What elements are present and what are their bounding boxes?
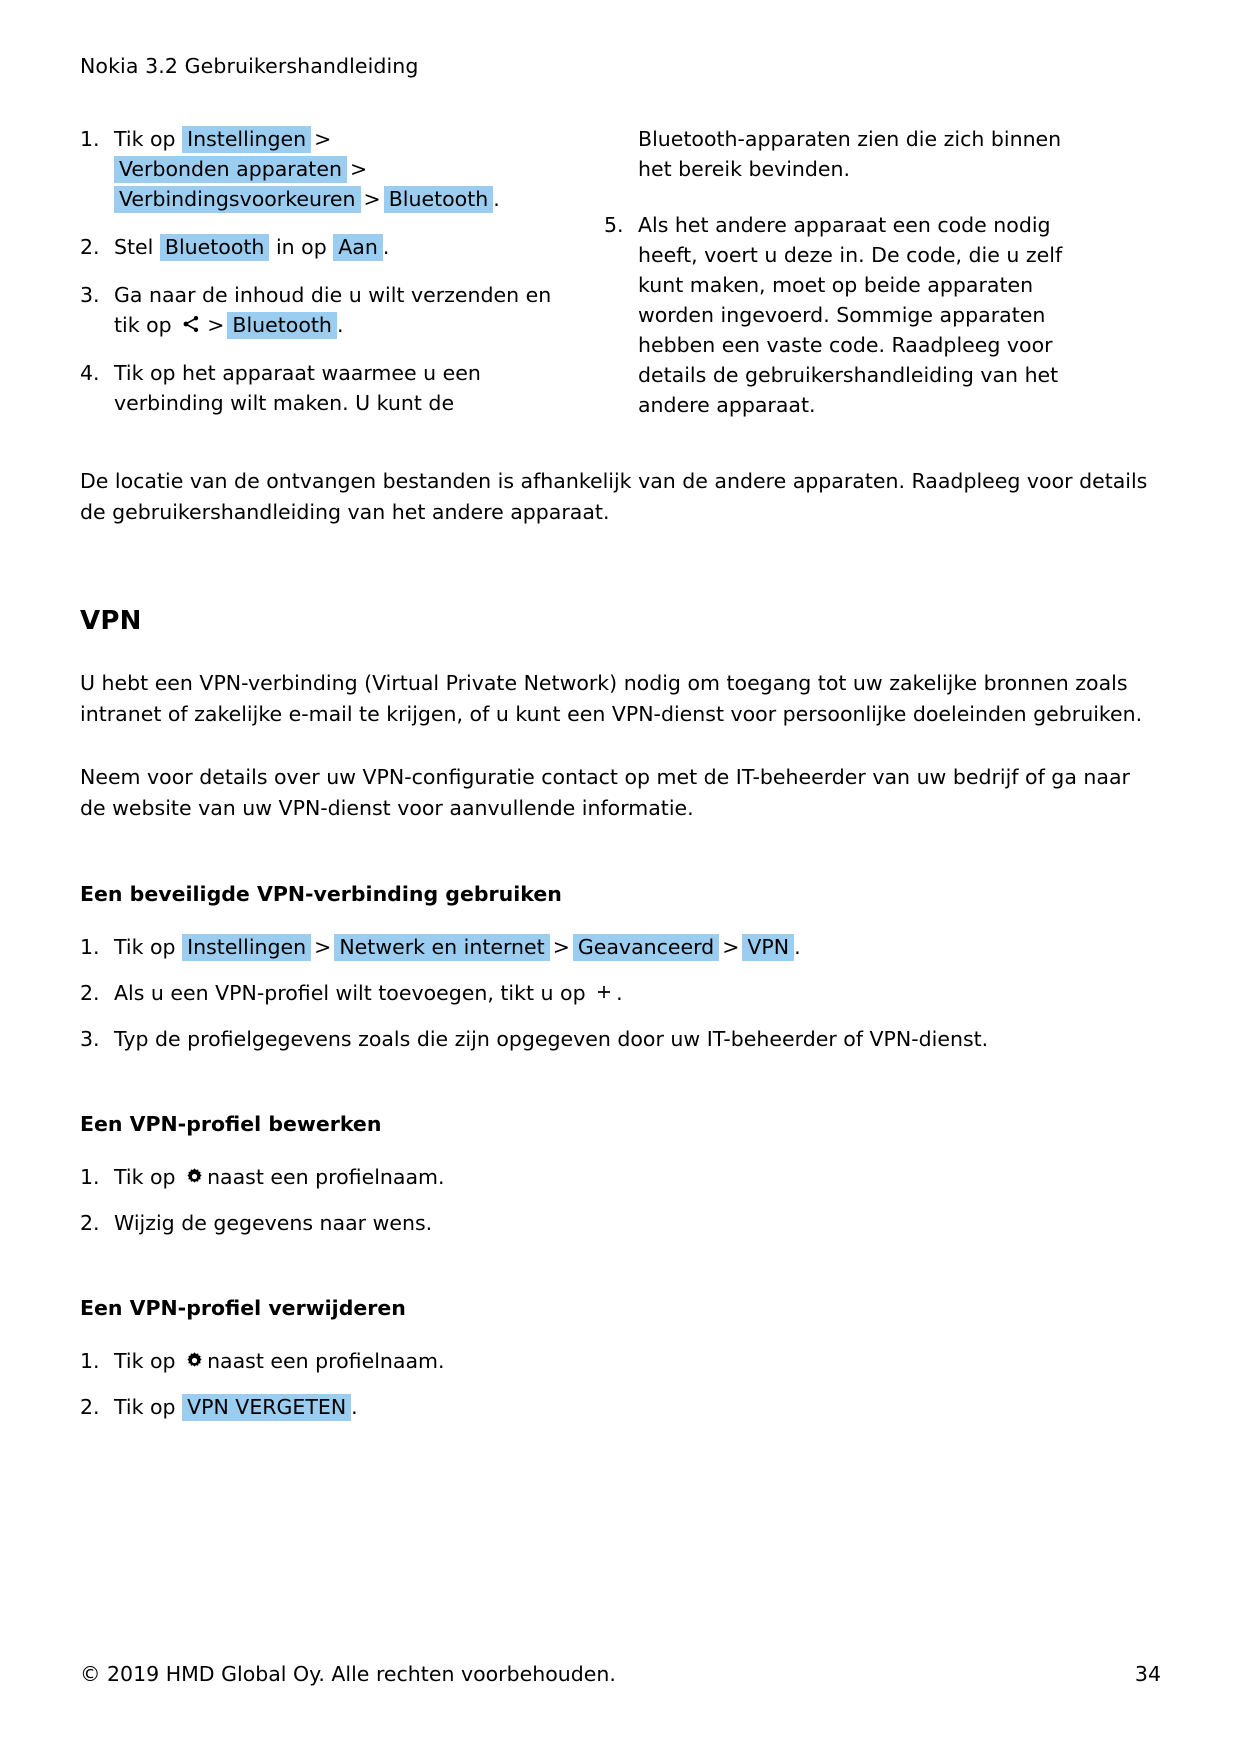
step-suffix-text: . [382,235,390,259]
bluetooth-step-list-left: 1. Tik op Instellingen > Verbonden appara… [80,124,556,418]
step-body: Ga naar de inhoud die u wilt verzenden e… [114,280,556,340]
footer-copyright: © 2019 HMD Global Oy. Alle rechten voorb… [80,1662,616,1686]
vpn-paragraph-2: Neem voor details over uw VPN-configurat… [80,765,1130,820]
step-suffix-text: . [616,981,623,1005]
step-suffix-text: . [336,313,344,337]
chip-separator: > [349,157,368,181]
step-body: Wijzig de gegevens naar wens. [114,1211,433,1235]
step-number: 5. [604,213,624,237]
step-number: 2. [80,981,100,1005]
step-prefix-text: Stel [114,235,154,259]
step-middle-text: in op [275,235,327,259]
ui-chip-bluetooth[interactable]: Bluetooth [227,312,337,339]
steps-left-column: 1. Tik op Instellingen > Verbonden appara… [80,124,556,438]
step-body: Tik op naast een profielnaam. [114,1162,1161,1192]
edit-profile-step-list: 1. Tik op naast een profielnaam. 2. Wijz… [80,1162,1161,1238]
location-note: De locatie van de ontvangen bestanden is… [80,469,1148,524]
step-number: 4. [80,361,100,385]
step-suffix-text: . [794,935,801,959]
delete-profile-step-list: 1. Tik op naast een profielnaam. 2. Tik … [80,1346,1161,1422]
list-item: 2. Stel Bluetooth in op Aan. [80,232,556,262]
step-body: Tik op het apparaat waarmee u een verbin… [114,361,481,415]
step-suffix-text: naast een profielnaam. [207,1165,445,1189]
gear-icon [185,1351,204,1370]
page-title: VPN [80,606,142,636]
step-4-continuation: Bluetooth-apparaten zien die zich binnen… [638,127,1062,181]
chip-separator: > [207,313,225,337]
list-item: 4. Tik op het apparaat waarmee u een ver… [80,358,556,418]
step-number: 2. [80,1211,100,1235]
step-body: Tik op Instellingen > Netwerk en internet >… [114,932,1161,962]
step-number: 1. [80,1165,100,1189]
list-item: 1. Tik op Instellingen > Netwerk en intern… [80,932,1161,962]
ui-chip-bluetooth[interactable]: Bluetooth [383,186,494,213]
step-line-1: Ga naar de inhoud die u wilt verzenden e… [114,283,552,307]
page-footer: © 2019 HMD Global Oy. Alle rechten voorb… [80,1662,1161,1686]
ui-chip-instellingen[interactable]: Instellingen [182,934,312,961]
step-prefix-text: Als u een VPN-profiel wilt toevoegen, ti… [114,981,586,1005]
step-suffix-text: naast een profielnaam. [207,1349,445,1373]
bluetooth-step-list-right: 5. Als het andere apparaat een code nodi… [604,210,1080,420]
ui-chip-vpn[interactable]: VPN [742,934,795,961]
step-line-2-prefix: tik op [114,313,172,337]
step-number: 2. [80,1395,100,1419]
list-item: 3. Ga naar de inhoud die u wilt verzende… [80,280,556,340]
share-icon [181,314,201,334]
step-suffix-text: . [493,187,500,211]
list-item: 5. Als het andere apparaat een code nodi… [604,210,1080,420]
subheading-edit-vpn-profile: Een VPN-profiel bewerken [80,1112,382,1136]
step-body: Tik op VPN VERGETEN. [114,1392,1161,1422]
ui-chip-aan[interactable]: Aan [333,234,383,261]
ui-chip-instellingen[interactable]: Instellingen [182,126,312,153]
running-head: Nokia 3.2 Gebruikershandleiding [80,54,419,78]
list-item: 3. Typ de profielgegevens zoals die zijn… [80,1024,1161,1054]
step-prefix-text: Tik op [114,127,176,151]
chip-separator: > [722,935,740,959]
vpn-paragraph-1: U hebt een VPN-verbinding (Virtual Priva… [80,671,1143,726]
ui-chip-verbindingsvoorkeuren[interactable]: Verbindingsvoorkeuren [114,186,361,213]
list-item: 2. Wijzig de gegevens naar wens. [80,1208,1161,1238]
step-number: 2. [80,235,100,259]
step-prefix-text: Tik op [114,1165,176,1189]
bluetooth-steps-columns: 1. Tik op Instellingen > Verbonden appara… [80,124,1161,438]
step-body: Stel Bluetooth in op Aan. [114,232,556,262]
step-number: 1. [80,1349,100,1373]
footer-page-number: 34 [1134,1662,1161,1686]
step-number: 1. [80,935,100,959]
step-body: Als het andere apparaat een code nodig h… [638,213,1063,417]
ui-chip-verbonden-apparaten[interactable]: Verbonden apparaten [114,156,347,183]
list-item: 1. Tik op naast een profielnaam. [80,1346,1161,1376]
step-number: 3. [80,1027,100,1051]
chip-separator: > [314,127,332,151]
list-item: 2. Tik op VPN VERGETEN. [80,1392,1161,1422]
ui-chip-bluetooth[interactable]: Bluetooth [159,234,270,261]
step-prefix-text: Tik op [114,935,176,959]
step-body: Tik op naast een profielnaam. [114,1346,1161,1376]
chip-separator: > [314,935,332,959]
plus-icon [595,983,613,1006]
secure-vpn-step-list: 1. Tik op Instellingen > Netwerk en intern… [80,932,1161,1054]
list-item: 1. Tik op naast een profielnaam. [80,1162,1161,1192]
steps-right-column: Bluetooth-apparaten zien die zich binnen… [604,124,1080,438]
ui-chip-geavanceerd[interactable]: Geavanceerd [572,934,720,961]
step-body: Typ de profielgegevens zoals die zijn op… [114,1027,989,1051]
list-item: 1. Tik op Instellingen > Verbonden appara… [80,124,556,214]
subheading-secure-vpn: Een beveiligde VPN-verbinding gebruiken [80,882,562,906]
step-prefix-text: Tik op [114,1395,176,1419]
ui-chip-netwerk-en-internet[interactable]: Netwerk en internet [334,934,550,961]
list-item: 2. Als u een VPN-profiel wilt toevoegen,… [80,978,1161,1008]
step-body: Als u een VPN-profiel wilt toevoegen, ti… [114,978,1161,1008]
chip-separator: > [552,935,570,959]
step-suffix-text: . [351,1395,358,1419]
step-body: Tik op Instellingen > Verbonden apparaten… [114,124,556,214]
chip-separator: > [363,187,381,211]
step-prefix-text: Tik op [114,1349,176,1373]
subheading-delete-vpn-profile: Een VPN-profiel verwijderen [80,1296,406,1320]
ui-chip-vpn-vergeten[interactable]: VPN VERGETEN [182,1394,352,1421]
step-number: 3. [80,283,100,307]
step-number: 1. [80,127,100,151]
gear-icon [185,1167,204,1186]
document-page: Nokia 3.2 Gebruikershandleiding 1. Tik o… [0,0,1241,1754]
